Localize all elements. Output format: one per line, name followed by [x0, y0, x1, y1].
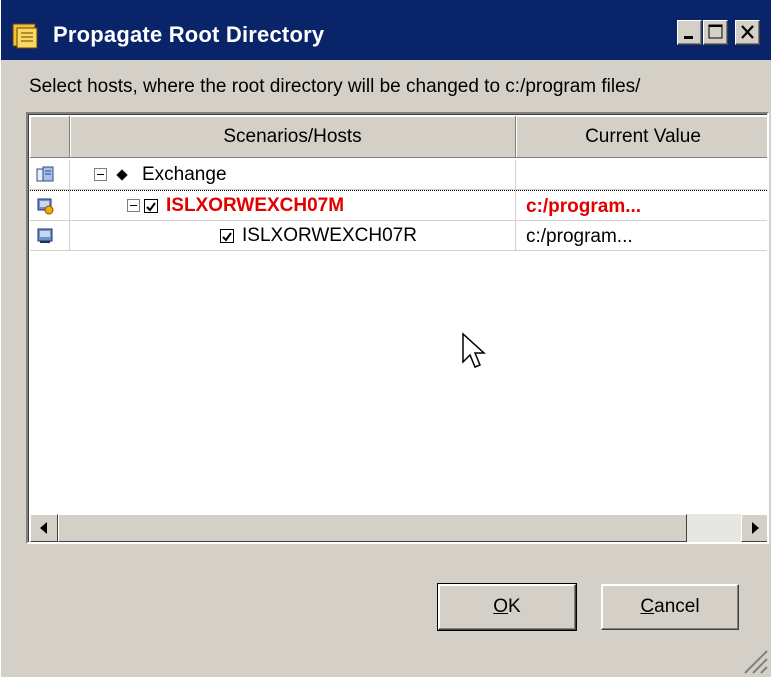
scroll-thumb[interactable]: [58, 514, 687, 542]
row-icon-cell: [30, 221, 70, 251]
scroll-right-button[interactable]: [741, 514, 767, 542]
tree-cell: Exchange: [70, 160, 516, 190]
checkmark-icon: [146, 202, 156, 212]
resize-grip-icon[interactable]: [739, 645, 769, 675]
replica-host-icon: [37, 228, 53, 243]
tree-cell: ISLXORWEXCH07R: [70, 221, 516, 251]
scenario-icon: [36, 166, 54, 182]
table-row-exchange[interactable]: Exchange: [30, 160, 767, 191]
instruction-text: Select hosts, where the root directory w…: [29, 76, 641, 97]
table-row-replica-host[interactable]: ISLXORWEXCH07R c:/program...: [30, 221, 767, 251]
tree-cell: ISLXORWEXCH07M: [70, 191, 516, 221]
table-row-master-host[interactable]: ISLXORWEXCH07M c:/program...: [30, 191, 767, 221]
row-icon-cell: [30, 191, 70, 221]
scroll-left-button[interactable]: [30, 514, 58, 542]
value-cell: c:/program...: [516, 221, 767, 251]
close-icon: [741, 25, 754, 39]
collapse-toggle[interactable]: [94, 168, 107, 181]
mouse-cursor-icon: [462, 332, 486, 368]
window-title: Propagate Root Directory: [53, 22, 325, 47]
arrow-right-icon: [752, 522, 759, 534]
column-header-scenarios-hosts[interactable]: Scenarios/Hosts: [70, 116, 516, 158]
value-cell: c:/program...: [516, 191, 767, 221]
minimize-icon: [684, 36, 693, 39]
grid-corner-header: [30, 116, 70, 158]
cancel-button[interactable]: Cancel: [601, 584, 739, 630]
scenario-name: Exchange: [142, 164, 227, 185]
master-host-name: ISLXORWEXCH07M: [166, 195, 345, 216]
row-icon-cell: [30, 160, 70, 190]
host-checkbox[interactable]: [220, 229, 234, 243]
horizontal-scrollbar[interactable]: [30, 514, 767, 542]
ok-button[interactable]: OK: [437, 583, 577, 631]
host-checkbox[interactable]: [144, 199, 158, 213]
replica-host-name: ISLXORWEXCH07R: [242, 225, 417, 246]
collapse-toggle[interactable]: [127, 199, 140, 212]
master-host-icon: [37, 198, 54, 215]
value-cell: [516, 160, 767, 190]
close-button[interactable]: [735, 20, 760, 45]
maximize-button[interactable]: [703, 20, 728, 45]
hosts-grid[interactable]: Scenarios/Hosts Current Value Exchange I…: [26, 112, 769, 544]
propagate-root-directory-dialog: Propagate Root Directory Select hosts, w…: [0, 0, 771, 677]
arrow-left-icon: [40, 522, 47, 534]
title-bar[interactable]: Propagate Root Directory: [1, 0, 771, 60]
app-icon: [12, 23, 38, 49]
minimize-button[interactable]: [677, 20, 702, 45]
maximize-icon: [708, 24, 723, 39]
checkmark-icon: [222, 232, 232, 242]
column-header-current-value[interactable]: Current Value: [516, 116, 767, 158]
bullet-icon: [116, 169, 128, 181]
